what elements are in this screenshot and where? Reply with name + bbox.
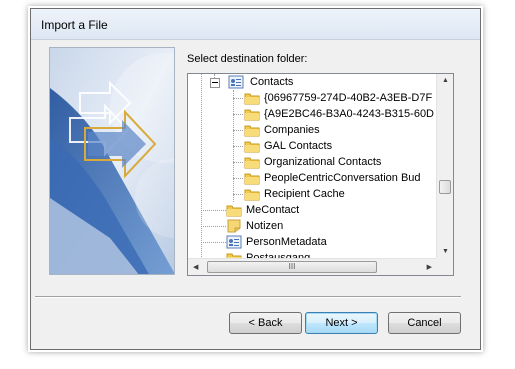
- scroll-up-arrow-icon[interactable]: ▲: [442, 77, 449, 84]
- tree-connector: [201, 226, 226, 227]
- horizontal-scrollbar[interactable]: ◀ III ▶: [188, 258, 436, 275]
- tree-connector: [233, 114, 243, 115]
- tree-item-label: PeopleCentricConversation Bud: [264, 172, 421, 184]
- tree-connector: [233, 178, 243, 179]
- folder-icon: [244, 91, 260, 105]
- tree-item-label: Organizational Contacts: [264, 156, 382, 168]
- window-title: Import a File: [41, 18, 108, 32]
- tree-item-label: Notizen: [246, 220, 284, 232]
- tree-item-label: {A9E2BC46-B3A0-4243-B315-60D: [264, 108, 435, 120]
- folder-tree[interactable]: Contacts {06967759-274D-40B2-A3EB-D7F {A…: [187, 73, 454, 276]
- tree-item-label: Recipient Cache: [264, 188, 345, 200]
- contacts-icon: [228, 75, 244, 89]
- folder-icon: [244, 139, 260, 153]
- tree-connector: [201, 210, 226, 211]
- folder-tree-rows: Contacts {06967759-274D-40B2-A3EB-D7F {A…: [188, 74, 436, 258]
- folder-icon: [244, 123, 260, 137]
- horizontal-scroll-thumb[interactable]: III: [207, 261, 377, 273]
- tree-connector: [233, 130, 243, 131]
- scrollbar-corner: [436, 258, 453, 275]
- folder-icon: [244, 171, 260, 185]
- tree-item-label: GAL Contacts: [264, 140, 333, 152]
- vertical-scroll-thumb[interactable]: [439, 180, 451, 194]
- notes-icon: [226, 219, 242, 233]
- tree-connector: [201, 74, 202, 258]
- destination-folder-label: Select destination folder:: [187, 53, 308, 65]
- import-dialog: Import a File Select destination folder:…: [30, 8, 481, 350]
- tree-item-label: MeContact: [246, 204, 300, 216]
- tree-item-label: Contacts: [250, 76, 294, 88]
- tree-item-label: Postausgang: [246, 252, 311, 258]
- folder-icon: [244, 155, 260, 169]
- tree-item-label: Companies: [264, 124, 320, 136]
- cancel-button[interactable]: Cancel: [388, 312, 461, 334]
- scroll-left-arrow-icon[interactable]: ◀: [193, 263, 198, 271]
- tree-item-label: PersonMetadata: [246, 236, 327, 248]
- folder-icon: [226, 203, 242, 217]
- folder-icon: [244, 187, 260, 201]
- scroll-down-arrow-icon[interactable]: ▼: [442, 248, 449, 255]
- back-button[interactable]: < Back: [229, 312, 302, 334]
- contacts-icon: [226, 235, 242, 249]
- scroll-right-arrow-icon[interactable]: ▶: [427, 263, 432, 271]
- title-bar[interactable]: Import a File: [31, 9, 480, 40]
- collapse-toggle[interactable]: [210, 78, 220, 88]
- tree-connector: [233, 194, 243, 195]
- tree-connector: [233, 98, 243, 99]
- button-separator: [35, 296, 461, 298]
- tree-connector: [233, 146, 243, 147]
- folder-icon: [226, 251, 242, 258]
- wizard-illustration: [49, 47, 175, 275]
- vertical-scrollbar[interactable]: ▲ ▼: [436, 74, 453, 258]
- tree-connector: [233, 162, 243, 163]
- folder-icon: [244, 107, 260, 121]
- tree-item-label: {06967759-274D-40B2-A3EB-D7F: [264, 92, 433, 104]
- tree-connector: [201, 242, 226, 243]
- next-button[interactable]: Next >: [305, 312, 378, 334]
